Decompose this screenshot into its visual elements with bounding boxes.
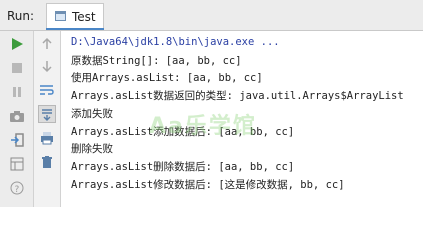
layout-icon (10, 157, 24, 171)
restore-layout-button[interactable] (8, 155, 26, 173)
console-line-command: D:\Java64\jdk1.8\bin\java.exe ... (71, 36, 280, 48)
trash-icon (42, 156, 52, 168)
active-tab-indicator (46, 28, 104, 30)
console-output[interactable]: D:\Java64\jdk1.8\bin\java.exe ... 原数据Str… (61, 31, 423, 207)
stop-icon (12, 63, 22, 73)
question-icon: ? (10, 181, 24, 195)
console-line: 原数据String[]: [aa, bb, cc] (71, 55, 242, 67)
pause-button[interactable] (8, 83, 26, 101)
scroll-down-button[interactable] (38, 57, 56, 75)
exit-button[interactable] (8, 131, 26, 149)
print-button[interactable] (38, 129, 56, 147)
rerun-button[interactable] (8, 35, 26, 53)
tab-test[interactable]: Test (46, 3, 104, 30)
tab-title: Test (72, 10, 96, 24)
run-label: Run: (7, 9, 35, 23)
play-icon (12, 38, 23, 50)
clear-all-button[interactable] (38, 153, 56, 171)
scroll-up-button[interactable] (38, 35, 56, 53)
console-tool-strip (34, 31, 61, 207)
scroll-end-icon (42, 109, 52, 121)
scroll-to-end-button[interactable] (38, 105, 56, 123)
console-line: Arrays.asList删除数据后: [aa, bb, cc] (71, 161, 295, 173)
dump-threads-button[interactable] (8, 107, 26, 125)
exit-icon (11, 133, 24, 147)
console-line: Arrays.asList数据返回的类型: java.util.Arrays$A… (71, 90, 404, 102)
help-button[interactable]: ? (8, 179, 26, 197)
printer-icon (41, 132, 53, 145)
console-line: 添加失败 (71, 108, 113, 120)
svg-text:?: ? (15, 185, 20, 195)
run-toolbar: Run: Test (0, 0, 423, 31)
pause-icon (13, 87, 21, 97)
stop-button[interactable] (8, 59, 26, 77)
arrow-up-icon (42, 37, 52, 49)
watermark: Aa乐学馆 (149, 114, 257, 139)
console-icon (55, 11, 66, 21)
run-tool-strip: ? (0, 31, 34, 207)
soft-wrap-button[interactable] (38, 81, 56, 99)
console-line: 删除失败 (71, 143, 113, 155)
camera-icon (10, 111, 24, 122)
console-line: 使用Arrays.asList: [aa, bb, cc] (71, 72, 263, 84)
arrow-down-icon (42, 61, 52, 73)
wrap-icon (40, 85, 54, 95)
console-line: Arrays.asList修改数据后: [这是修改数据, bb, cc] (71, 179, 345, 191)
